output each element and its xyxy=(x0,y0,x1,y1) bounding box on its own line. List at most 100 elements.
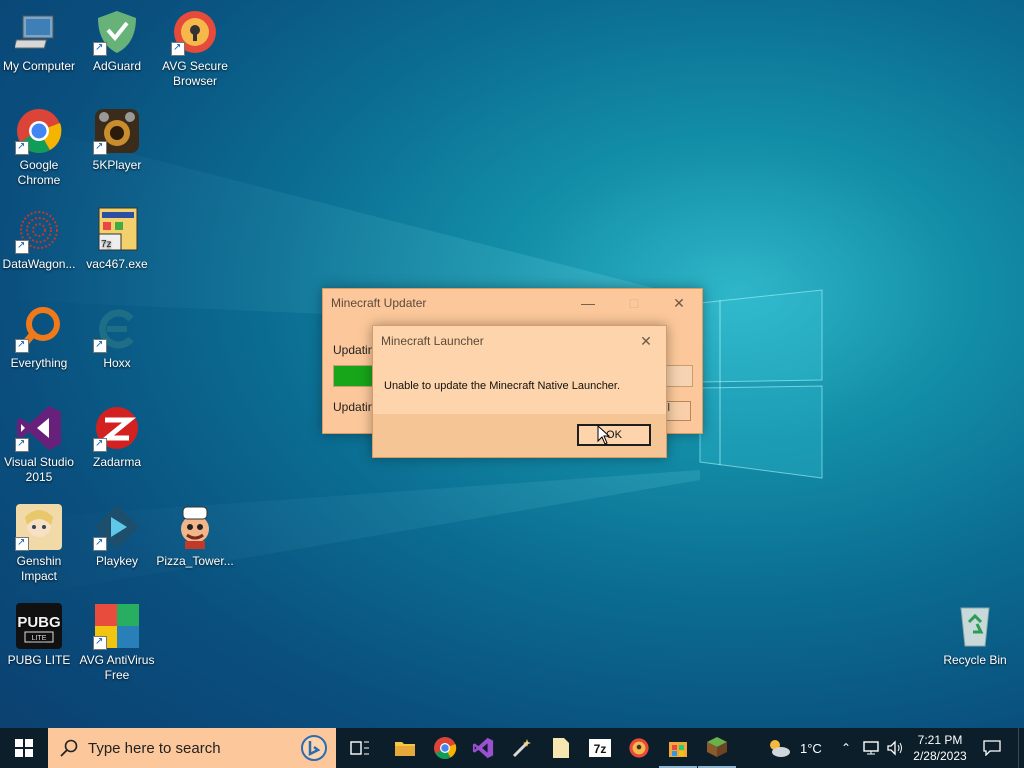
shortcut-arrow-icon xyxy=(93,535,107,551)
desktop-icon-label: Recycle Bin xyxy=(943,653,1007,667)
taskbar-chrome[interactable] xyxy=(426,728,464,768)
desktop-icon-google-chrome[interactable]: Google Chrome xyxy=(0,107,78,188)
svg-text:7z: 7z xyxy=(101,239,112,250)
desktop-icon-label: My Computer xyxy=(2,59,76,73)
shortcut-arrow-icon xyxy=(15,139,29,155)
clock[interactable]: 7:21 PM 2/28/2023 xyxy=(910,728,970,768)
weather-temperature: 1°C xyxy=(800,740,822,756)
notification-icon xyxy=(983,740,1001,756)
updater-button-label: l xyxy=(667,402,670,414)
desktop-icon-label: Everything xyxy=(10,356,68,370)
shortcut-arrow-icon xyxy=(15,436,29,452)
svg-text:7z: 7z xyxy=(594,742,607,756)
desktop-icon-label: DataWagon... xyxy=(2,257,76,271)
taskbar-file-explorer[interactable] xyxy=(386,728,424,768)
desktop-icon-adguard[interactable]: AdGuard xyxy=(78,8,156,74)
desktop-icon-label: 5KPlayer xyxy=(92,158,142,172)
desktop-icon-5kplayer[interactable]: 5KPlayer xyxy=(78,107,156,173)
search-placeholder: Type here to search xyxy=(88,739,221,757)
7zip-icon: 7z xyxy=(589,739,611,757)
desktop-icon-avg-antivirus[interactable]: AVG AntiVirus Free xyxy=(78,602,156,683)
shortcut-arrow-icon xyxy=(93,139,107,155)
clock-time: 7:21 PM xyxy=(917,733,963,747)
dialog-title: Minecraft Launcher xyxy=(381,334,484,348)
network-button[interactable] xyxy=(862,728,880,768)
desktop-icon-label: AdGuard xyxy=(92,59,142,73)
show-desktop-button[interactable] xyxy=(1018,728,1024,768)
desktop-icon-zadarma[interactable]: Zadarma xyxy=(78,404,156,470)
windows-start-icon xyxy=(15,739,33,757)
network-icon xyxy=(863,741,879,755)
minimize-button[interactable]: — xyxy=(565,289,611,317)
desktop-icon-label: AVG Secure Browser xyxy=(162,59,228,88)
minecraft-icon xyxy=(707,737,727,757)
notifications-button[interactable] xyxy=(980,728,1004,768)
svg-text:LITE: LITE xyxy=(32,635,47,642)
shortcut-arrow-icon xyxy=(15,535,29,551)
vac467-icon: 7z xyxy=(98,207,138,251)
file-icon xyxy=(553,738,569,758)
shortcut-arrow-icon xyxy=(15,337,29,353)
recycle-bin-icon xyxy=(960,607,990,647)
desktop-icon-recycle-bin[interactable]: Recycle Bin xyxy=(936,602,1014,668)
task-view-button[interactable] xyxy=(341,728,379,768)
desktop-icon-label: Visual Studio 2015 xyxy=(4,455,74,484)
taskbar-avg-browser[interactable] xyxy=(620,728,658,768)
desktop-icon-visual-studio[interactable]: Visual Studio 2015 xyxy=(0,404,78,485)
updater-title: Minecraft Updater xyxy=(331,296,427,310)
desktop-icon-genshin-impact[interactable]: Genshin Impact xyxy=(0,503,78,584)
desktop-icon-label: AVG AntiVirus Free xyxy=(79,653,155,682)
taskbar-wand-app[interactable] xyxy=(503,728,541,768)
taskbar-7zip[interactable]: 7z xyxy=(581,728,619,768)
volume-button[interactable] xyxy=(886,728,904,768)
close-button[interactable]: ✕ xyxy=(656,289,702,317)
pubg-lite-icon: PUBG LITE xyxy=(16,603,62,649)
chevron-up-icon: ⌃ xyxy=(840,741,852,755)
taskbar-store[interactable] xyxy=(659,728,697,768)
file-explorer-icon xyxy=(395,742,415,756)
desktop-icon-everything[interactable]: Everything xyxy=(0,305,78,371)
desktop-icon-pubg-lite[interactable]: PUBG LITE PUBG LITE xyxy=(0,602,78,668)
desktop-icon-label: PUBG LITE xyxy=(7,653,71,667)
bing-icon xyxy=(301,735,327,761)
updater-progress-fill xyxy=(334,366,377,386)
taskbar-search-box[interactable]: Type here to search xyxy=(48,728,336,768)
dialog-message: Unable to update the Minecraft Native La… xyxy=(384,380,621,392)
dialog-title-bar[interactable]: Minecraft Launcher xyxy=(373,326,666,356)
taskbar-minecraft[interactable] xyxy=(698,728,736,768)
volume-icon xyxy=(887,740,902,756)
start-button[interactable] xyxy=(0,728,48,768)
dialog-close-button[interactable]: ✕ xyxy=(628,327,664,355)
shortcut-arrow-icon xyxy=(93,634,107,650)
chrome-icon xyxy=(434,737,457,759)
dialog-footer: OK xyxy=(373,414,666,457)
pizza-tower-icon xyxy=(181,506,209,549)
desktop-icon-avg-secure-browser[interactable]: AVG Secure Browser xyxy=(156,8,234,89)
desktop-icon-pizza-tower[interactable]: Pizza_Tower... xyxy=(156,503,234,569)
weather-widget[interactable]: 1°C xyxy=(766,728,822,768)
desktop-icon-vac467[interactable]: 7z vac467.exe xyxy=(78,206,156,272)
minecraft-launcher-dialog[interactable]: Minecraft Launcher ✕ Unable to update th… xyxy=(372,325,667,458)
taskbar-file[interactable] xyxy=(542,728,580,768)
shortcut-arrow-icon xyxy=(171,40,185,56)
show-hidden-icons-button[interactable]: ⌃ xyxy=(838,728,854,768)
taskbar-visual-studio[interactable] xyxy=(464,728,502,768)
desktop-icon-hoxx[interactable]: Hoxx xyxy=(78,305,156,371)
maximize-button[interactable]: □ xyxy=(611,289,657,317)
visual-studio-icon xyxy=(472,737,494,759)
wand-icon xyxy=(512,739,531,758)
desktop-icon-label: Genshin Impact xyxy=(16,554,62,583)
desktop-icon-label: vac467.exe xyxy=(86,257,148,271)
search-icon xyxy=(60,739,78,757)
mouse-cursor-icon xyxy=(597,425,611,445)
desktop-icon-my-computer[interactable]: My Computer xyxy=(0,8,78,74)
desktop-icon-label: Hoxx xyxy=(103,356,131,370)
avg-browser-icon xyxy=(629,738,649,758)
desktop-icon-datawagon[interactable]: DataWagon... xyxy=(0,206,78,272)
shortcut-arrow-icon xyxy=(15,238,29,254)
ok-button[interactable]: OK xyxy=(577,424,651,446)
shortcut-arrow-icon xyxy=(93,337,107,353)
desktop-icon-playkey[interactable]: Playkey xyxy=(78,503,156,569)
computer-icon xyxy=(15,15,54,49)
shortcut-arrow-icon xyxy=(93,436,107,452)
